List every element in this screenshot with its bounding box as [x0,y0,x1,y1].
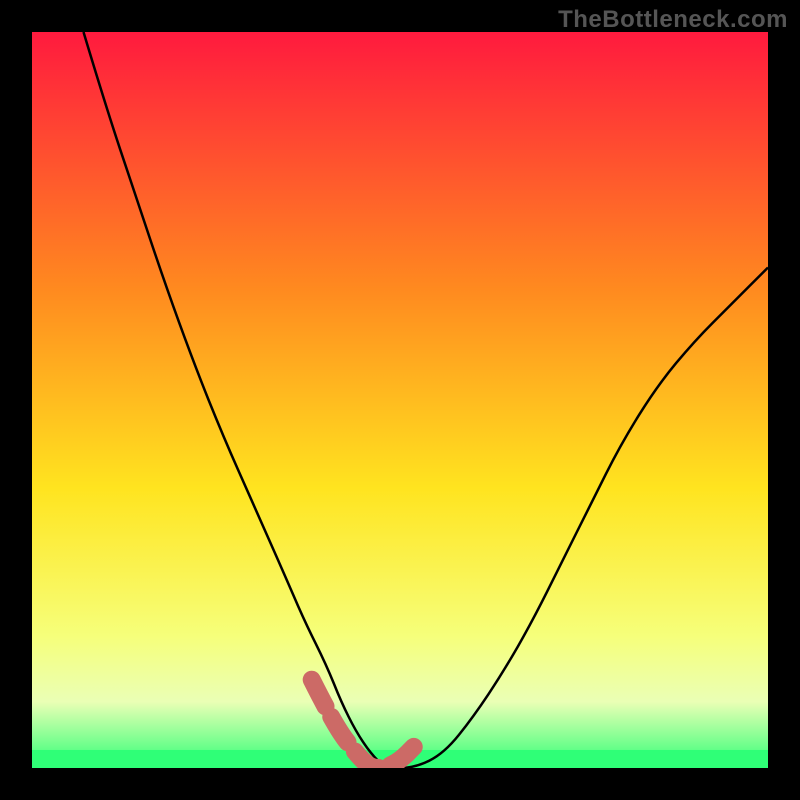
watermark-text: TheBottleneck.com [558,6,788,34]
chart-frame: TheBottleneck.com [0,0,800,800]
bottleneck-chart [32,32,768,768]
plot-area [32,32,768,768]
gradient-background [32,32,768,768]
